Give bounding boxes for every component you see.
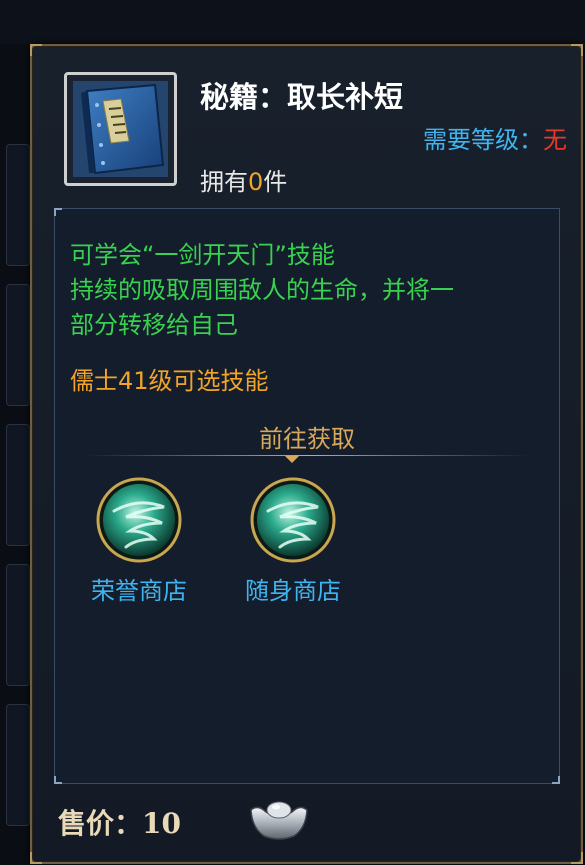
required-level: 需要等级：无 [423, 120, 567, 155]
sell-price: 售价：10 [58, 802, 181, 842]
background-left-panel [0, 44, 30, 865]
owned-prefix: 拥有 [200, 168, 248, 196]
divider-arrow-icon [285, 456, 299, 463]
class-requirement: 儒士41级可选技能 [70, 367, 269, 395]
required-level-label: 需要等级： [423, 126, 543, 154]
sell-price-label: 售价： [58, 807, 143, 840]
description-line: 部分转移给自己 [70, 311, 238, 339]
honor-shop-button[interactable]: 荣誉商店 [79, 477, 199, 606]
panel-corner [54, 776, 62, 784]
required-level-value: 无 [543, 126, 567, 154]
frame-corner [30, 852, 42, 864]
panel-corner [552, 776, 560, 784]
item-tooltip: 秘籍：取长补短 需要等级：无 拥有0件 可学会“一剑开天门”技能 持续的吸取周围… [30, 44, 583, 864]
acquire-divider [85, 455, 529, 456]
background-slot [6, 284, 30, 406]
frame-corner [571, 852, 583, 864]
whirlwind-icon [250, 477, 336, 563]
background-top-bar [0, 0, 585, 44]
owned-suffix: 件 [263, 168, 288, 196]
silver-ingot-icon [250, 801, 308, 840]
description-line: 持续的吸取周围敌人的生命，并将一 [70, 276, 454, 304]
sell-price-value: 10 [142, 807, 181, 840]
description-panel: 可学会“一剑开天门”技能 持续的吸取周围敌人的生命，并将一 部分转移给自己 儒士… [54, 208, 560, 784]
honor-shop-label: 荣誉商店 [91, 577, 187, 605]
owned-count-value: 0 [248, 168, 264, 196]
description-line: 可学会“一剑开天门”技能 [70, 241, 335, 269]
item-title: 秘籍：取长补短 [200, 80, 404, 114]
whirlwind-icon [96, 477, 182, 563]
portable-shop-label: 随身商店 [245, 577, 341, 605]
skill-book-icon [73, 81, 168, 177]
owned-count: 拥有0件 [200, 162, 287, 197]
panel-corner [54, 208, 62, 216]
acquire-heading: 前往获取 [259, 425, 355, 453]
background-slot [6, 564, 30, 686]
background-slot [6, 144, 30, 266]
background-slot [6, 424, 30, 546]
portable-shop-button[interactable]: 随身商店 [233, 477, 353, 606]
frame-corner [571, 44, 583, 56]
frame-corner [30, 44, 42, 56]
item-icon-frame [64, 72, 177, 186]
background-slot [6, 704, 30, 826]
